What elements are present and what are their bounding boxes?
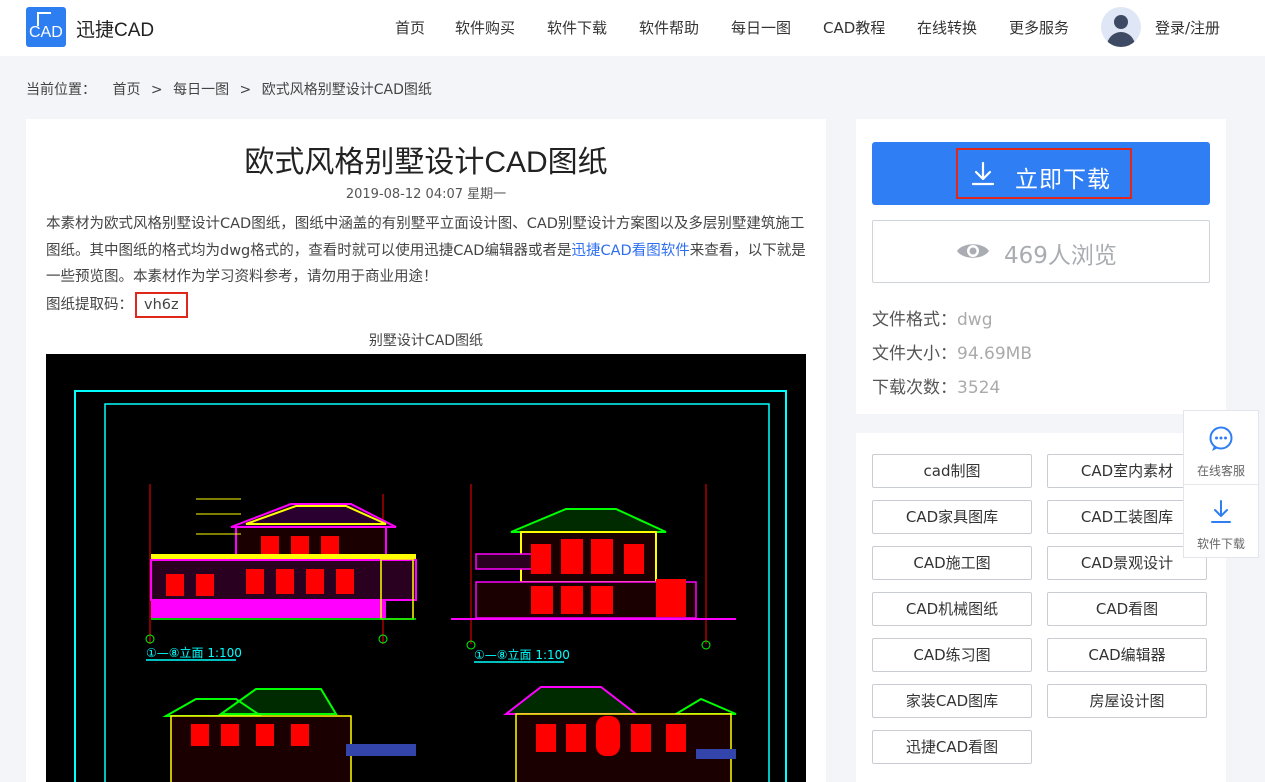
software-download-button[interactable]: 软件下载 [1184, 485, 1258, 557]
breadcrumb-label: 当前位置： [26, 82, 96, 98]
tag-item[interactable]: CAD施工图 [872, 546, 1032, 580]
view-count: 469人浏览 [1004, 243, 1117, 269]
download-count-label: 下载次数： [872, 378, 957, 398]
download-card: 立即下载 469人浏览 文件格式：dwg 文件大小：94.69MB 下载次数：3… [856, 119, 1226, 414]
software-download-label: 软件下载 [1196, 537, 1245, 551]
nav-cad-tutorial[interactable]: CAD教程 [823, 17, 885, 38]
floating-toolbar: 在线客服 软件下载 [1183, 410, 1259, 558]
cad-preview-image: ①—⑧立面 1:100 ①—⑧立面 1:100 [46, 354, 806, 782]
article-panel: 欧式风格别墅设计CAD图纸 2019-08-12 04:07 星期一 本素材为欧… [26, 119, 826, 782]
extract-code-row: 图纸提取码： vh6z [46, 292, 188, 318]
nav-home[interactable]: 首页 [395, 17, 425, 38]
file-size-row: 文件大小：94.69MB [872, 339, 1032, 364]
avatar-icon[interactable] [1101, 7, 1141, 47]
nav-purchase[interactable]: 软件购买 [455, 17, 515, 38]
tag-item[interactable]: CAD看图 [1047, 592, 1207, 626]
tag-item[interactable]: cad制图 [872, 454, 1032, 488]
tag-item[interactable]: CAD编辑器 [1047, 638, 1207, 672]
extract-code-label: 图纸提取码： [46, 297, 133, 313]
download-label: 立即下载 [1015, 167, 1111, 193]
nav-online-convert[interactable]: 在线转换 [917, 17, 977, 38]
breadcrumb: 当前位置： 首页 > 每日一图 > 欧式风格别墅设计CAD图纸 [26, 79, 438, 99]
download-now-button[interactable]: 立即下载 [872, 142, 1210, 205]
breadcrumb-separator: > [150, 82, 163, 98]
extract-code: vh6z [135, 292, 188, 318]
article-title: 欧式风格别墅设计CAD图纸 [244, 146, 608, 179]
online-service-label: 在线客服 [1196, 464, 1245, 478]
tag-item[interactable]: CAD练习图 [872, 638, 1032, 672]
elevation-label-left: ①—⑧立面 1:100 [146, 645, 242, 660]
nav-download[interactable]: 软件下载 [547, 17, 607, 38]
download-icon [1211, 500, 1231, 523]
breadcrumb-separator: > [239, 82, 252, 98]
file-format-label: 文件格式： [872, 310, 957, 330]
tag-item[interactable]: 迅捷CAD看图 [872, 730, 1032, 764]
article-description: 本素材为欧式风格别墅设计CAD图纸，图纸中涵盖的有别墅平立面设计图、CAD别墅设… [46, 211, 806, 291]
logo-icon[interactable]: CAD [26, 7, 66, 47]
tag-item[interactable]: CAD机械图纸 [872, 592, 1032, 626]
brand-name[interactable]: 迅捷CAD [76, 15, 154, 42]
tag-cloud: cad制图 CAD室内素材 CAD家具图库 CAD工装图库 CAD施工图 CAD… [856, 433, 1226, 782]
login-register-link[interactable]: 登录/注册 [1155, 17, 1220, 38]
cad-drawing: ①—⑧立面 1:100 ①—⑧立面 1:100 [74, 390, 787, 782]
file-size-label: 文件大小： [872, 344, 957, 364]
breadcrumb-daily-image[interactable]: 每日一图 [173, 82, 229, 98]
online-service-button[interactable]: 在线客服 [1184, 411, 1258, 484]
download-arrow-icon [971, 161, 995, 186]
chat-bubble-icon [1209, 426, 1233, 451]
nav-daily-image[interactable]: 每日一图 [731, 17, 791, 38]
download-count-row: 下载次数：3524 [872, 373, 1000, 398]
tag-item[interactable]: 家装CAD图库 [872, 684, 1032, 718]
breadcrumb-current: 欧式风格别墅设计CAD图纸 [261, 82, 432, 98]
breadcrumb-home[interactable]: 首页 [112, 82, 140, 98]
nav-help[interactable]: 软件帮助 [639, 17, 699, 38]
nav-more-services[interactable]: 更多服务 [1009, 17, 1069, 38]
viewer-link[interactable]: 迅捷CAD看图软件 [571, 243, 689, 259]
tag-item[interactable]: 房屋设计图 [1047, 684, 1207, 718]
tag-item[interactable]: CAD家具图库 [872, 500, 1032, 534]
elevation-label-right: ①—⑧立面 1:100 [474, 647, 570, 662]
file-format-row: 文件格式：dwg [872, 305, 993, 330]
image-caption: 别墅设计CAD图纸 [368, 333, 484, 349]
download-highlight: 立即下载 [956, 148, 1132, 199]
download-count-value: 3524 [957, 378, 1001, 398]
file-format-value: dwg [957, 310, 993, 330]
top-header: CAD 迅捷CAD 首页 软件购买 软件下载 软件帮助 每日一图 CAD教程 在… [0, 0, 1265, 56]
article-date: 2019-08-12 04:07 星期一 [345, 187, 507, 202]
view-count-button: 469人浏览 [872, 220, 1210, 283]
eye-icon [957, 244, 989, 258]
file-size-value: 94.69MB [957, 344, 1032, 364]
logo-text: CAD [29, 24, 63, 41]
